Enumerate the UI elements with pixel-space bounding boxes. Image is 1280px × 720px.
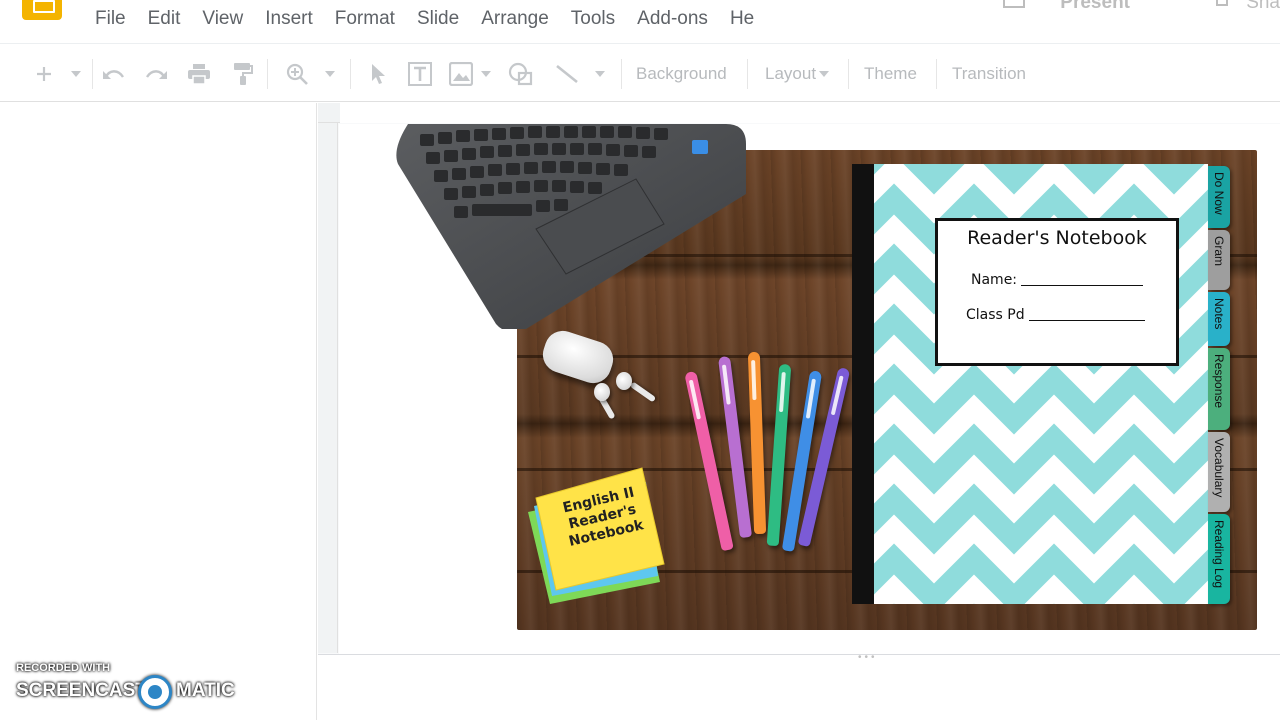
toolbar-divider (350, 59, 351, 89)
transition-button[interactable]: Transition (952, 45, 1026, 102)
airpod-image[interactable] (616, 372, 632, 390)
menu-format[interactable]: Format (335, 8, 395, 30)
notebook-label-box[interactable]: Reader's Notebook Name: Class Pd (935, 218, 1179, 366)
image-dropdown-icon[interactable] (476, 45, 496, 102)
undo-icon[interactable] (100, 45, 128, 102)
airpod-image[interactable] (594, 383, 610, 401)
tab-label: Do Now (1212, 172, 1226, 215)
redo-icon[interactable] (142, 45, 170, 102)
tab-label: Reading Log (1212, 520, 1226, 589)
layout-label: Layout (765, 63, 817, 83)
tab-do-now[interactable]: Do Now (1208, 166, 1230, 228)
menu-edit[interactable]: Edit (148, 8, 181, 30)
laptop-image[interactable] (396, 124, 746, 329)
notes-resize-handle[interactable]: ••• (858, 652, 878, 663)
share-icon[interactable] (1216, 0, 1228, 6)
select-icon[interactable] (366, 45, 390, 102)
tab-label: Notes (1212, 298, 1226, 330)
watermark-recorded-with: RECORDED WITH (16, 662, 111, 674)
toolbar-divider (267, 59, 268, 89)
paint-format-icon[interactable] (228, 45, 256, 102)
background-button[interactable]: Background (636, 45, 727, 102)
new-slide-dropdown-icon[interactable] (66, 45, 86, 102)
toolbar-divider (747, 59, 748, 89)
shape-icon[interactable] (507, 45, 535, 102)
menu-tools[interactable]: Tools (571, 8, 615, 30)
filmstrip-panel[interactable] (0, 103, 317, 720)
class-label: Class Pd (966, 307, 1025, 323)
notebook-title: Reader's Notebook (967, 227, 1147, 249)
present-icon[interactable] (1003, 0, 1025, 8)
toolbar: Background Layout Theme Transition (0, 45, 1280, 102)
tab-vocabulary[interactable]: Vocabulary (1208, 432, 1230, 512)
menu-slide[interactable]: Slide (417, 8, 459, 30)
line-dropdown-icon[interactable] (590, 45, 610, 102)
line-icon[interactable] (553, 45, 581, 102)
image-icon[interactable] (447, 45, 475, 102)
menu-insert[interactable]: Insert (265, 8, 313, 30)
class-line (1028, 320, 1145, 321)
zoom-icon[interactable] (283, 45, 311, 102)
menu-addons[interactable]: Add-ons (637, 8, 708, 30)
text-box-icon[interactable] (406, 45, 434, 102)
tab-label: Vocabulary (1212, 438, 1226, 498)
tab-reading-log[interactable]: Reading Log (1208, 514, 1230, 604)
menu-bar: File Edit View Insert Format Slide Arran… (0, 0, 1280, 44)
watermark-matic: MATIC (176, 680, 235, 701)
name-line (1021, 285, 1144, 286)
tab-notes[interactable]: Notes (1208, 292, 1230, 346)
new-slide-icon[interactable] (30, 45, 58, 102)
menu-arrange[interactable]: Arrange (481, 8, 549, 30)
vertical-ruler (318, 123, 338, 653)
menu-view[interactable]: View (202, 8, 243, 30)
tab-response[interactable]: Response (1208, 348, 1230, 430)
menu-help[interactable]: He (730, 8, 754, 30)
layout-dropdown-icon (819, 70, 830, 77)
layout-button[interactable]: Layout (765, 45, 830, 102)
slides-editor: File Edit View Insert Format Slide Arran… (0, 0, 1280, 720)
name-label: Name: (971, 272, 1018, 288)
present-button[interactable]: Present (1060, 0, 1130, 14)
tab-label: Response (1212, 354, 1226, 409)
name-field: Name: (971, 272, 1144, 288)
toolbar-divider (621, 59, 622, 89)
class-field: Class Pd (966, 307, 1145, 323)
toolbar-divider (848, 59, 849, 89)
menu-file[interactable]: File (95, 8, 126, 30)
share-button[interactable]: Sha (1246, 0, 1280, 14)
tab-gram[interactable]: Gram (1208, 230, 1230, 290)
tab-label: Gram (1212, 236, 1226, 266)
slides-logo-icon[interactable] (22, 0, 62, 20)
watermark-screencast: SCREENCAST (16, 680, 147, 701)
print-icon[interactable] (185, 45, 213, 102)
toolbar-divider (936, 59, 937, 89)
speaker-notes[interactable] (318, 654, 1280, 720)
screencast-logo-icon (138, 675, 172, 709)
notebook-spine (852, 164, 874, 604)
theme-button[interactable]: Theme (864, 45, 917, 102)
toolbar-divider (92, 59, 93, 89)
menu-list: File Edit View Insert Format Slide Arran… (95, 8, 776, 30)
horizontal-ruler (318, 103, 1280, 123)
zoom-dropdown-icon[interactable] (320, 45, 340, 102)
